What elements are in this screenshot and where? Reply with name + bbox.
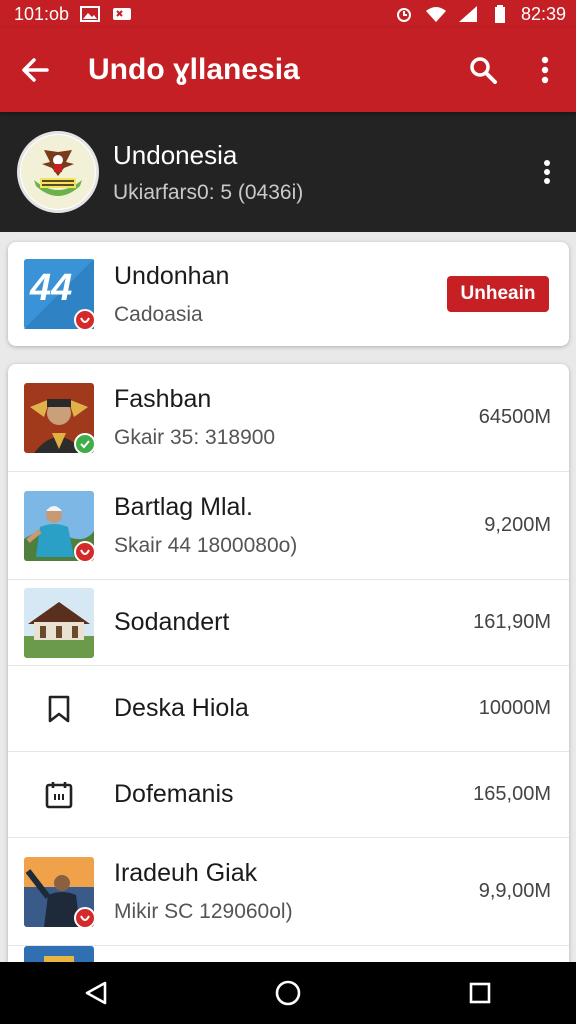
search-icon: [470, 57, 497, 84]
featured-thumbnail: 44: [24, 259, 96, 331]
item-title: Iradeuh Giak: [114, 859, 258, 887]
featured-subtitle: Cadoasia: [114, 302, 203, 326]
item-size: 9,200M: [484, 514, 551, 536]
back-button[interactable]: [0, 28, 70, 112]
list-item[interactable]: Fashban Gkair 35: 318900 64500M: [8, 364, 569, 472]
nav-back-button[interactable]: [56, 962, 136, 1024]
overflow-menu-button[interactable]: [514, 28, 576, 112]
badge-icon: [74, 540, 96, 563]
status-bar: 101:ob 82:39: [0, 0, 576, 28]
clock-left: 101:ob: [14, 3, 70, 24]
calendar-icon: [24, 760, 94, 830]
bookmark-icon: [24, 674, 94, 744]
featured-thumb-text: 44: [30, 267, 73, 309]
item-title: Sodandert: [114, 608, 230, 636]
page-title: Undo ɣllanesia: [88, 53, 300, 86]
channel-menu-button[interactable]: [518, 142, 576, 202]
item-title: Fashban: [114, 385, 212, 413]
item-size: 165,00M: [473, 783, 551, 805]
more-vert-icon: [541, 56, 549, 84]
item-size: 161,90M: [473, 611, 551, 633]
unsubscribe-button[interactable]: Unheain: [447, 276, 549, 312]
signal-icon: [457, 5, 479, 23]
list-item[interactable]: Iradeuh Giak Mikir SC 129060ol) 9,9,00M: [8, 838, 569, 946]
item-subtitle: Mikir SC 129060ol): [114, 900, 293, 923]
list-item[interactable]: Dofemanis 165,00M: [8, 752, 569, 838]
app-bar: Undo ɣllanesia: [0, 28, 576, 112]
item-title: Bartlag Mlal.: [114, 493, 253, 521]
item-thumbnail: [24, 382, 96, 455]
badge-icon: [74, 906, 96, 929]
gallery-icon: [79, 5, 101, 23]
item-title: Dofemanis: [114, 780, 234, 808]
nav-recents-icon: [469, 982, 491, 1004]
item-thumbnail: [24, 490, 96, 563]
channel-name: Undonesia: [113, 139, 238, 170]
list-item[interactable]: Sodandert 161,90M: [8, 580, 569, 666]
channel-header: Undonesia Ukiarfars0: 5 (0436i): [0, 112, 576, 232]
nav-recents-button[interactable]: [440, 962, 520, 1024]
nav-home-icon: [275, 980, 301, 1006]
wifi-icon: [425, 5, 447, 23]
item-size: 64500M: [478, 406, 551, 428]
badge-icon: [74, 432, 96, 455]
more-vert-icon: [544, 160, 550, 184]
featured-title: Undonhan: [114, 261, 230, 290]
featured-card[interactable]: 44 Undonhan Cadoasia Unheain: [8, 242, 569, 346]
list-item[interactable]: Deska Hiola 10000M: [8, 666, 569, 752]
nav-home-button[interactable]: [248, 962, 328, 1024]
clock-right: 82:39: [520, 3, 566, 24]
item-thumbnail: [24, 587, 94, 658]
item-title: Deska Hiola: [114, 694, 249, 722]
nav-back-icon: [85, 981, 107, 1005]
system-nav-bar: [0, 962, 576, 1024]
channel-emblem: [17, 131, 99, 213]
item-list: Fashban Gkair 35: 318900 64500M Bartlag …: [8, 364, 569, 964]
item-thumbnail: [24, 856, 96, 929]
list-item[interactable]: Bartlag Mlal. Skair 44 1800080o) 9,200M: [8, 472, 569, 580]
item-subtitle: Skair 44 1800080o): [114, 534, 298, 557]
item-size: 9,9,00M: [478, 880, 551, 902]
channel-subtitle: Ukiarfars0: 5 (0436i): [113, 180, 304, 204]
badge-icon: [74, 309, 96, 331]
video-icon: [111, 5, 133, 23]
battery-icon: [489, 5, 511, 23]
alarm-icon: [393, 5, 415, 23]
item-subtitle: Gkair 35: 318900: [114, 426, 276, 449]
item-size: 10000M: [478, 697, 551, 719]
search-button[interactable]: [452, 28, 514, 112]
arrow-back-icon: [22, 58, 49, 82]
